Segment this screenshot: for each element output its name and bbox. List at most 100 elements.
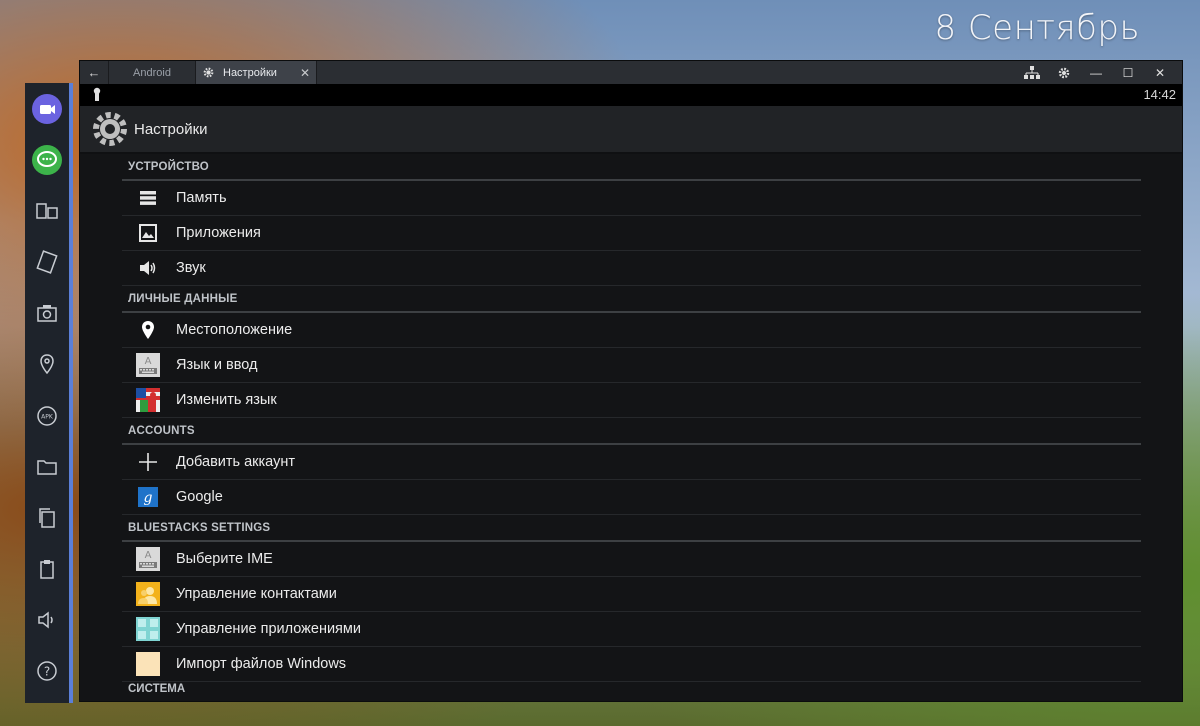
multi-window-icon	[36, 203, 58, 219]
setting-location[interactable]: Местоположение	[122, 313, 1141, 348]
camera-icon	[37, 305, 57, 323]
action-bar: Настройки	[80, 106, 1182, 154]
back-button[interactable]: ←	[80, 61, 109, 84]
setting-label: Местоположение	[176, 322, 293, 338]
chat-icon	[32, 144, 62, 175]
help-icon: ?	[37, 661, 57, 682]
speaker-icon	[136, 256, 160, 280]
side-dock: APK ?	[25, 83, 73, 703]
tab-label: Android	[133, 66, 171, 79]
layout-icon	[1024, 65, 1040, 79]
keyhole-icon	[93, 87, 101, 101]
tab-android[interactable]: Android	[109, 61, 196, 84]
rotate-button[interactable]	[27, 243, 67, 282]
android-status-bar: 14:42	[80, 84, 1182, 106]
svg-text:?: ?	[44, 665, 50, 679]
plus-icon	[136, 450, 160, 474]
folder-import-icon	[136, 652, 160, 676]
section-header-device: УСТРОЙСТВО	[122, 154, 1141, 181]
screenshot-button[interactable]	[27, 294, 67, 333]
setting-select-ime[interactable]: A Выберите IME	[122, 542, 1141, 577]
setting-label: Управление приложениями	[176, 621, 361, 637]
speaker-icon	[38, 611, 53, 629]
contacts-icon	[136, 582, 160, 606]
paste-icon	[40, 560, 54, 579]
apps-icon	[136, 221, 160, 245]
setting-label: Управление контактами	[176, 586, 337, 602]
volume-button[interactable]	[27, 601, 67, 640]
folder-button[interactable]	[27, 447, 67, 486]
app-manager-icon	[136, 617, 160, 641]
keyboard-icon: A	[136, 353, 160, 377]
section-header-accounts: ACCOUNTS	[122, 418, 1141, 445]
section-header-system: СИСТЕМА	[128, 683, 186, 694]
location-pin-icon	[40, 354, 54, 375]
minimize-button[interactable]: —	[1080, 61, 1112, 84]
keyboard-icon: A	[136, 547, 160, 571]
video-call-icon	[32, 93, 62, 124]
maximize-icon: ☐	[1122, 65, 1134, 80]
app-window: ← Android Настройки ✕ — ☐ ✕ 14:42 Настро…	[79, 60, 1183, 702]
gear-icon	[203, 67, 214, 78]
minimize-icon: —	[1090, 65, 1102, 80]
page-title: Настройки	[134, 120, 208, 138]
settings-gear-icon	[93, 112, 127, 146]
close-button[interactable]: ✕	[1144, 61, 1176, 84]
rotate-icon	[36, 250, 58, 274]
settings-button[interactable]	[1048, 61, 1080, 84]
setting-language-input[interactable]: A Язык и ввод	[122, 348, 1141, 383]
setting-apps[interactable]: Приложения	[122, 216, 1141, 251]
section-header-bluestacks: BLUESTACKS SETTINGS	[122, 515, 1141, 542]
location-icon	[136, 318, 160, 342]
setting-label: Добавить аккаунт	[176, 454, 295, 470]
setting-label: Память	[176, 190, 227, 206]
section-header-personal: ЛИЧНЫЕ ДАННЫЕ	[122, 286, 1141, 313]
close-icon: ✕	[1154, 65, 1166, 80]
gear-icon	[1058, 67, 1070, 78]
paste-button[interactable]	[27, 550, 67, 589]
setting-label: Импорт файлов Windows	[176, 656, 347, 672]
chat-button[interactable]	[27, 140, 67, 179]
folder-icon	[37, 460, 57, 475]
setting-label: Выберите IME	[176, 551, 273, 567]
setting-label: Язык и ввод	[176, 357, 258, 373]
setting-label: Изменить язык	[176, 392, 277, 408]
apk-install-button[interactable]: APK	[27, 396, 67, 435]
svg-text:APK: APK	[41, 413, 54, 420]
svg-text:A: A	[145, 356, 152, 367]
google-icon: g	[136, 485, 160, 509]
copy-button[interactable]	[27, 498, 67, 537]
setting-label: Звук	[176, 260, 206, 276]
video-call-button[interactable]	[27, 89, 67, 128]
help-button[interactable]: ?	[27, 652, 67, 691]
setting-import-windows-files[interactable]: Импорт файлов Windows	[122, 647, 1141, 682]
maximize-button[interactable]: ☐	[1112, 61, 1144, 84]
setting-storage[interactable]: Память	[122, 181, 1141, 216]
desktop-date: 8 Сентябрь	[934, 8, 1140, 48]
setting-label: Приложения	[176, 225, 261, 241]
storage-icon	[136, 186, 160, 210]
copy-icon	[39, 508, 55, 528]
title-bar: ← Android Настройки ✕ — ☐ ✕	[80, 61, 1182, 84]
setting-change-language[interactable]: Изменить язык	[122, 383, 1141, 418]
svg-text:g: g	[144, 490, 153, 506]
apk-icon: APK	[37, 405, 57, 426]
tab-label: Настройки	[223, 66, 277, 79]
status-time: 14:42	[1143, 87, 1176, 102]
setting-sound[interactable]: Звук	[122, 251, 1141, 286]
settings-list[interactable]: УСТРОЙСТВО Память Приложения Звук ЛИЧНЫЕ…	[80, 154, 1182, 701]
setting-manage-contacts[interactable]: Управление контактами	[122, 577, 1141, 612]
setting-google[interactable]: g Google	[122, 480, 1141, 515]
svg-text:A: A	[145, 550, 152, 561]
layout-button[interactable]	[1016, 61, 1048, 84]
setting-manage-apps[interactable]: Управление приложениями	[122, 612, 1141, 647]
tab-close-icon[interactable]: ✕	[300, 66, 310, 80]
tab-settings[interactable]: Настройки ✕	[196, 61, 317, 84]
setting-label: Google	[176, 489, 223, 505]
location-button[interactable]	[27, 345, 67, 384]
setting-add-account[interactable]: Добавить аккаунт	[122, 445, 1141, 480]
multi-window-button[interactable]	[27, 191, 67, 230]
window-controls: — ☐ ✕	[1016, 61, 1176, 84]
flag-icon	[136, 388, 160, 412]
back-arrow-icon: ←	[87, 65, 101, 80]
